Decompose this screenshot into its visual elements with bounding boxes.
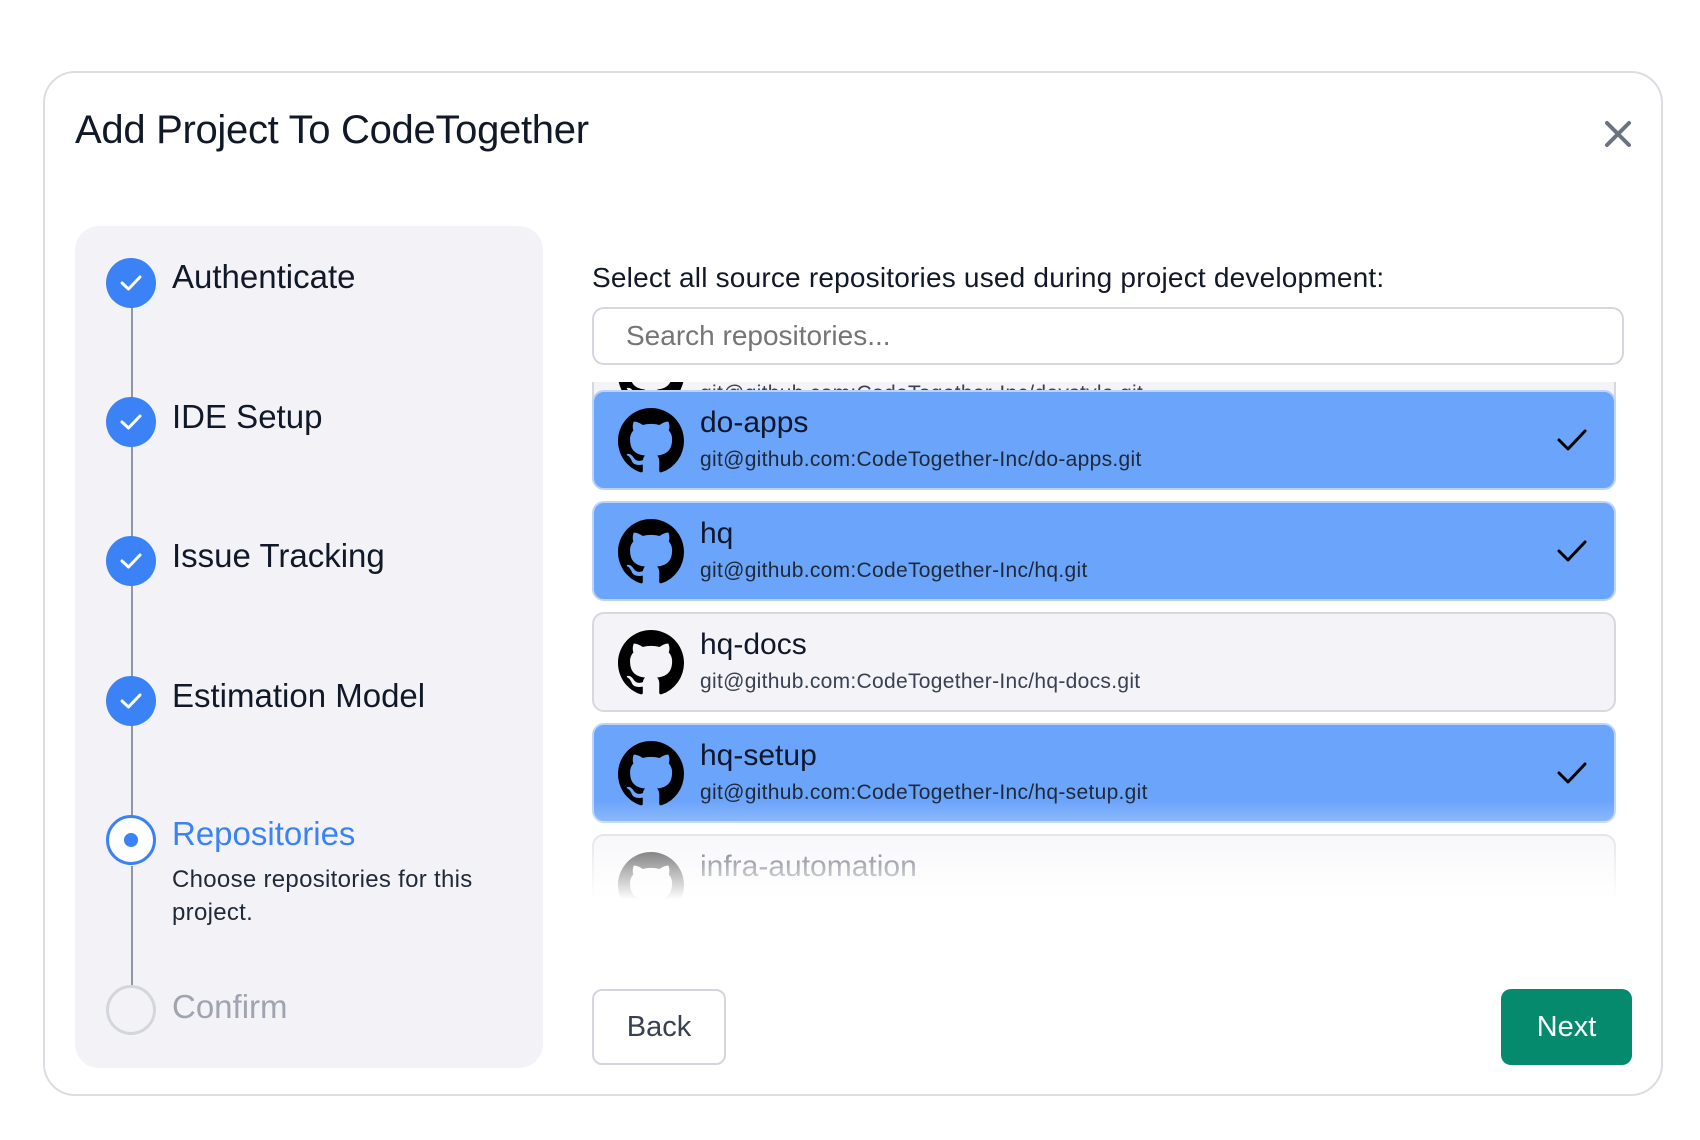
- repository-item[interactable]: hq-setup git@github.com:CodeTogether-Inc…: [592, 723, 1616, 823]
- repository-item[interactable]: do-apps git@github.com:CodeTogether-Inc/…: [592, 390, 1616, 490]
- step-connector: [131, 866, 133, 988]
- repository-name: hq-setup: [700, 739, 817, 772]
- close-icon[interactable]: [1598, 114, 1638, 154]
- step-ide-setup: IDE Setup: [172, 398, 323, 435]
- repository-item[interactable]: hq git@github.com:CodeTogether-Inc/hq.gi…: [592, 501, 1616, 601]
- step-complete-check-icon: [106, 258, 156, 308]
- repository-name: do-apps: [700, 406, 809, 439]
- repository-url: git@github.com:CodeTogether-Inc/do-apps.…: [700, 448, 1142, 471]
- search-input[interactable]: [592, 307, 1624, 365]
- checkmark-icon: [1557, 429, 1587, 451]
- step-complete-check-icon: [106, 397, 156, 447]
- next-button[interactable]: Next: [1501, 989, 1632, 1065]
- step-complete-check-icon: [106, 536, 156, 586]
- repository-item[interactable]: infra-automation: [592, 834, 1616, 902]
- step-pending-icon: [106, 985, 156, 1035]
- step-connector: [131, 430, 133, 544]
- dialog-title: Add Project To CodeTogether: [75, 108, 589, 152]
- step-connector: [131, 710, 133, 820]
- repository-url: git@github.com:CodeTogether-Inc/hq-docs.…: [700, 670, 1141, 693]
- back-button[interactable]: Back: [592, 989, 726, 1065]
- repository-list[interactable]: devstyle git@github.com:CodeTogether-Inc…: [588, 382, 1618, 902]
- github-icon: [618, 408, 684, 473]
- repository-name: hq-docs: [700, 628, 807, 661]
- stepper-sidebar: [75, 226, 543, 1068]
- github-icon: [618, 741, 684, 806]
- step-authenticate: Authenticate: [172, 258, 356, 295]
- step-description: Choose repositories for this project.: [172, 866, 473, 926]
- repository-name: infra-automation: [700, 850, 917, 883]
- step-confirm: Confirm: [172, 988, 288, 1025]
- step-current-icon: [106, 815, 156, 865]
- checkmark-icon: [1557, 762, 1587, 784]
- repository-url: git@github.com:CodeTogether-Inc/hq-setup…: [700, 781, 1148, 804]
- step-complete-check-icon: [106, 676, 156, 726]
- github-icon: [618, 852, 684, 902]
- step-repositories: Repositories: [172, 815, 356, 852]
- step-connector: [131, 570, 133, 684]
- repository-name: hq: [700, 517, 734, 550]
- repository-url: git@github.com:CodeTogether-Inc/hq.git: [700, 559, 1088, 582]
- github-icon: [618, 519, 684, 584]
- step-estimation-model: Estimation Model: [172, 677, 426, 714]
- checkmark-icon: [1557, 540, 1587, 562]
- repository-item[interactable]: hq-docs git@github.com:CodeTogether-Inc/…: [592, 612, 1616, 712]
- repositories-prompt: Select all source repositories used duri…: [592, 262, 1385, 293]
- github-icon: [618, 630, 684, 695]
- step-connector: [131, 292, 133, 404]
- step-issue-tracking: Issue Tracking: [172, 537, 385, 574]
